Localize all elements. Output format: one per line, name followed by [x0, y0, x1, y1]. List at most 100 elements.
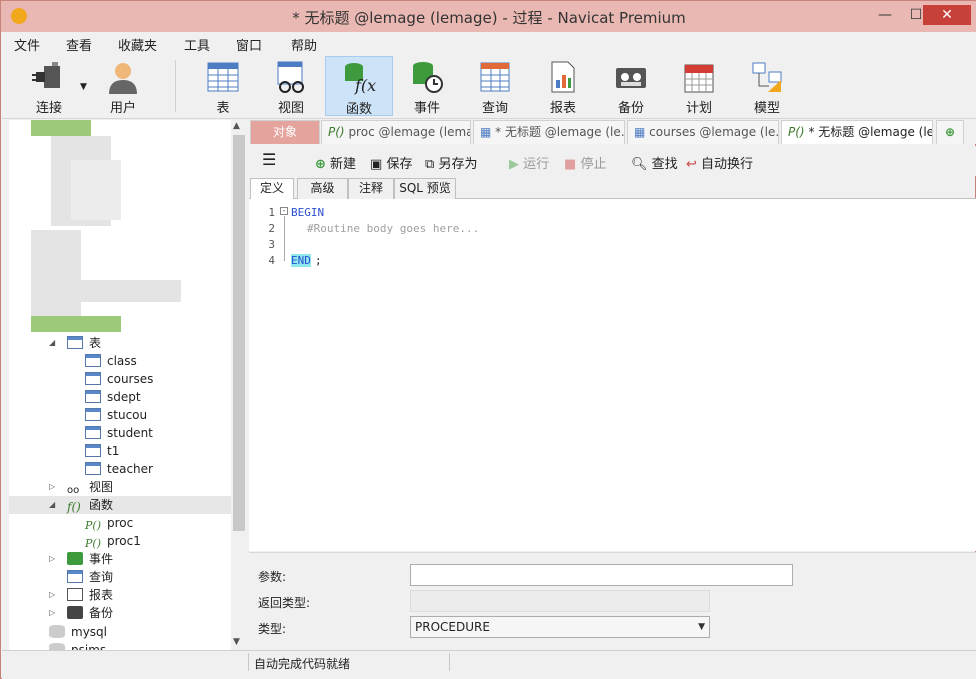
tree-queries-folder[interactable]: 查询	[67, 568, 113, 586]
tree-table-item[interactable]: teacher	[85, 460, 153, 478]
tree-table-item[interactable]: sdept	[85, 388, 141, 406]
toolbar-backup-button[interactable]: 备份	[598, 56, 664, 116]
tree-views-folder[interactable]: ▷ oo 视图	[49, 478, 113, 496]
database-icon	[49, 625, 65, 638]
document-tabs: 对象 P() proc @lemage (lema... ▦ * 无标题 @le…	[249, 119, 976, 144]
toolbar-table-button[interactable]: 表	[190, 56, 256, 116]
procedure-icon: P()	[85, 519, 101, 532]
tree-database-mysql[interactable]: mysql	[49, 623, 107, 641]
menu-view[interactable]: 查看	[66, 35, 92, 54]
word-wrap-button[interactable]: ↩ 自动换行	[686, 153, 753, 172]
collapsed-arrow-icon[interactable]: ▷	[49, 478, 55, 496]
object-navigator-tree[interactable]: ◢ 表 class courses sdept stucou student t1…	[9, 120, 231, 650]
scroll-down-arrow-icon[interactable]: ▼	[233, 637, 240, 647]
line-number: 3	[268, 238, 275, 251]
menu-window[interactable]: 窗口	[236, 35, 262, 54]
code-keyword-begin: BEGIN	[291, 206, 325, 219]
return-type-label: 返回类型:	[258, 596, 311, 610]
blurred-region	[71, 160, 121, 220]
close-button[interactable]: ✕	[923, 5, 971, 25]
database-icon	[49, 643, 65, 650]
query-icon	[67, 570, 83, 583]
type-select[interactable]: PROCEDURE ▼	[410, 616, 710, 638]
toolbar-event-button[interactable]: 事件	[394, 56, 460, 116]
button-label: 保存	[386, 157, 413, 172]
menu-file[interactable]: 文件	[14, 35, 40, 54]
toolbar-function-button[interactable]: f(x) 函数	[325, 56, 393, 117]
toolbar-model-button[interactable]: 模型	[734, 56, 800, 116]
find-button[interactable]: 🔍︎ 查找	[631, 153, 678, 172]
tree-events-folder[interactable]: ▷ 事件	[49, 550, 114, 568]
code-editor[interactable]: 1 2 3 4 - BEGIN #Routine body goes here.…	[249, 199, 976, 551]
plug-icon	[32, 62, 60, 88]
button-label: 自动换行	[701, 157, 754, 172]
tab-untitled-procedure[interactable]: P() * 无标题 @lemage (le...	[781, 120, 933, 144]
calendar-icon	[684, 64, 714, 93]
tab-courses[interactable]: ▦ courses @lemage (le...	[627, 120, 779, 144]
expanded-arrow-icon[interactable]: ◢	[49, 334, 55, 352]
title-bar[interactable]: * 无标题 @lemage (lemage) - 过程 - Navicat Pr…	[1, 1, 976, 32]
expanded-arrow-icon[interactable]: ◢	[49, 496, 55, 514]
tree-function-item[interactable]: P() proc	[85, 514, 133, 532]
subtab-sql-preview[interactable]: SQL 预览	[394, 178, 456, 199]
status-separator	[248, 653, 249, 671]
save-as-button[interactable]: ⧉ 另存为	[425, 153, 477, 172]
toolbar-label: 查询	[481, 101, 508, 116]
new-tab-button[interactable]: ⊕	[936, 120, 964, 144]
blurred-region	[31, 316, 121, 332]
tab-objects[interactable]: 对象	[250, 120, 320, 144]
tab-proc[interactable]: P() proc @lemage (lema...	[321, 120, 471, 144]
fold-toggle-icon[interactable]: -	[280, 207, 288, 215]
connection-dropdown-icon[interactable]: ▼	[80, 82, 87, 92]
stop-button[interactable]: ■ 停止	[564, 153, 606, 172]
tree-scrollbar-thumb[interactable]	[233, 135, 245, 531]
toolbar-query-button[interactable]: 查询	[462, 56, 528, 116]
type-label: 类型:	[258, 622, 287, 636]
button-label: 停止	[580, 157, 607, 172]
tree-table-item[interactable]: t1	[85, 442, 119, 460]
tree-tables-folder[interactable]: ◢ 表	[49, 334, 101, 352]
toolbar-user-button[interactable]: 用户	[90, 56, 156, 116]
tree-table-item[interactable]: courses	[85, 370, 153, 388]
button-label: 另存为	[438, 157, 478, 172]
tree-functions-folder[interactable]: ◢ f() 函数	[9, 496, 231, 514]
toolbar-view-button[interactable]: 视图	[258, 56, 324, 116]
menu-favorites[interactable]: 收藏夹	[118, 35, 157, 54]
toolbar-label: 表	[216, 101, 230, 116]
tab-untitled-query[interactable]: ▦ * 无标题 @lemage (le...	[473, 120, 625, 144]
procedure-icon: P()	[85, 537, 101, 550]
save-button[interactable]: ▣ 保存	[370, 153, 412, 172]
event-clock-icon	[413, 62, 443, 93]
tree-database-psims[interactable]: psims	[49, 641, 106, 650]
add-tab-icon: ⊕	[944, 125, 956, 139]
tree-backups-folder[interactable]: ▷ 备份	[49, 604, 114, 622]
collapsed-arrow-icon[interactable]: ▷	[49, 550, 55, 568]
tree-label: 事件	[89, 552, 114, 566]
tab-label: courses @lemage (le...	[649, 125, 779, 139]
tree-table-item[interactable]: class	[85, 352, 137, 370]
tree-table-item[interactable]: stucou	[85, 406, 147, 424]
toolbar-schedule-button[interactable]: 计划	[666, 56, 732, 116]
tree-label: 备份	[89, 606, 114, 620]
params-input[interactable]	[410, 564, 793, 586]
tree-table-item[interactable]: student	[85, 424, 153, 442]
menu-tools[interactable]: 工具	[184, 35, 210, 54]
run-button[interactable]: ▶ 运行	[509, 153, 549, 172]
tree-function-item[interactable]: P() proc1	[85, 532, 141, 550]
new-button[interactable]: ⊕ 新建	[315, 153, 356, 172]
toolbar-label: 计划	[685, 101, 712, 116]
line-number-gutter: 1 2 3 4	[249, 199, 279, 551]
menu-help[interactable]: 帮助	[291, 35, 317, 54]
tree-label: psims	[71, 643, 107, 650]
toolbar-report-button[interactable]: 报表	[530, 56, 596, 116]
collapsed-arrow-icon[interactable]: ▷	[49, 586, 55, 604]
scroll-up-arrow-icon[interactable]: ▲	[233, 121, 240, 131]
toolbar-connection-button[interactable]: 连接	[16, 56, 82, 116]
minimize-button[interactable]: —	[873, 5, 897, 25]
hamburger-menu-icon[interactable]: ☰	[262, 150, 276, 169]
subtab-definition[interactable]: 定义	[250, 178, 294, 200]
subtab-comment[interactable]: 注释	[348, 178, 394, 199]
collapsed-arrow-icon[interactable]: ▷	[49, 604, 55, 622]
subtab-advanced[interactable]: 高级	[297, 178, 348, 199]
tree-reports-folder[interactable]: ▷ 报表	[49, 586, 113, 604]
